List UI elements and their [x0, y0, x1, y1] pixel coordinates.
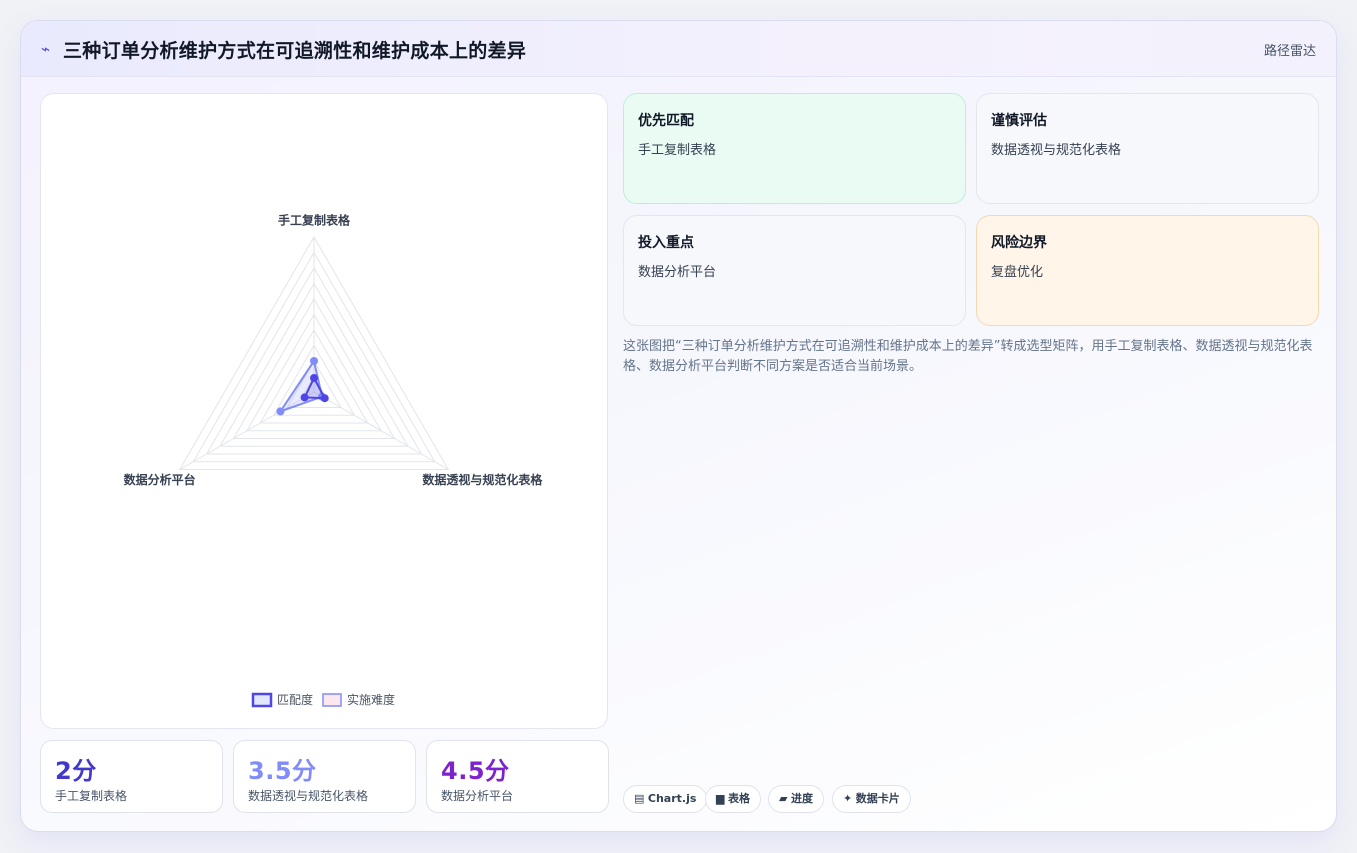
- card-text: 数据分析平台: [638, 265, 717, 280]
- tag-chartjs[interactable]: ▤ Chart.js: [623, 785, 708, 813]
- radar-data-point: [310, 374, 318, 383]
- progress-icon: ▰: [779, 792, 788, 805]
- legend-swatch: [322, 693, 342, 707]
- kpi-value: 3.5分: [248, 757, 317, 785]
- card-text: 复盘优化: [991, 265, 1044, 280]
- card-text: 手工复制表格: [638, 143, 717, 158]
- card-careful-evaluation: 谨慎评估 数据透视与规范化表格: [976, 93, 1319, 204]
- card-investment-focus: 投入重点 数据分析平台: [623, 215, 966, 326]
- radar-data-point: [320, 394, 329, 403]
- radar-axis-label: 数据透视与规范化表格: [422, 472, 543, 487]
- tag-progress[interactable]: ▰ 进度: [768, 785, 824, 813]
- tag-label: Chart.js: [647, 792, 697, 805]
- card-title: 谨慎评估: [991, 113, 1047, 129]
- card-priority-match: 优先匹配 手工复制表格: [623, 93, 966, 204]
- dashboard-panel: ⌁ 三种订单分析维护方式在可追溯性和维护成本上的差异 路径雷达 手工复制表格 数据…: [20, 20, 1337, 832]
- chart-icon: ▤: [634, 792, 645, 805]
- kpi-card-pivot: 3.5分 数据透视与规范化表格: [233, 740, 416, 813]
- radar-axis-label: 数据分析平台: [124, 472, 196, 487]
- radar-chart: 手工复制表格数据透视与规范化表格 数据分析平台 匹配度 实施难度: [124, 213, 543, 708]
- chart-description: 这张图把“三种订单分析维护方式在可追溯性和维护成本上的差异”转成选型矩阵，用手工…: [623, 339, 1313, 374]
- panel-header: ⌁ 三种订单分析维护方式在可追溯性和维护成本上的差异 路径雷达: [21, 21, 1336, 77]
- page-title: 三种订单分析维护方式在可追溯性和维护成本上的差异: [63, 40, 527, 62]
- kpi-value: 2分: [55, 757, 97, 785]
- legend-label: 实施难度: [347, 692, 395, 707]
- radar-chart-card: 手工复制表格数据透视与规范化表格 数据分析平台 匹配度 实施难度: [40, 93, 608, 729]
- radar-axis-label: 手工复制表格: [278, 213, 351, 228]
- radar-data-point: [276, 407, 285, 416]
- tag-data-cards[interactable]: ✦ 数据卡片: [832, 785, 911, 813]
- chart-legend: 匹配度 实施难度: [251, 692, 395, 708]
- kpi-value: 4.5分: [441, 757, 510, 785]
- card-text: 数据透视与规范化表格: [991, 143, 1122, 158]
- kpi-label: 数据分析平台: [441, 789, 514, 803]
- kpi-card-platform: 4.5分 数据分析平台: [426, 740, 609, 813]
- chart-type-label: 路径雷达: [1263, 44, 1316, 59]
- card-title: 风险边界: [991, 235, 1047, 251]
- sparkle-icon: ✦: [843, 792, 853, 805]
- radar-grid: [178, 236, 450, 470]
- radar-data-point: [300, 393, 309, 402]
- tag-label: 数据卡片: [855, 792, 900, 805]
- tag-label: 表格: [727, 792, 750, 805]
- tag-label: 进度: [790, 792, 813, 805]
- kpi-label: 数据透视与规范化表格: [248, 789, 369, 803]
- kpi-label: 手工复制表格: [55, 789, 128, 803]
- tag-table[interactable]: ▆ 表格: [705, 785, 761, 813]
- legend-swatch: [251, 692, 273, 708]
- card-title: 投入重点: [638, 235, 694, 251]
- card-risk-boundary: 风险边界 复盘优化: [976, 215, 1319, 326]
- kpi-card-manual: 2分 手工复制表格: [40, 740, 223, 813]
- card-title: 优先匹配: [638, 113, 694, 129]
- chart-line-icon: ⌁: [41, 40, 51, 58]
- legend-label: 匹配度: [277, 692, 313, 707]
- table-icon: ▆: [716, 792, 725, 805]
- radar-data-point: [310, 357, 318, 365]
